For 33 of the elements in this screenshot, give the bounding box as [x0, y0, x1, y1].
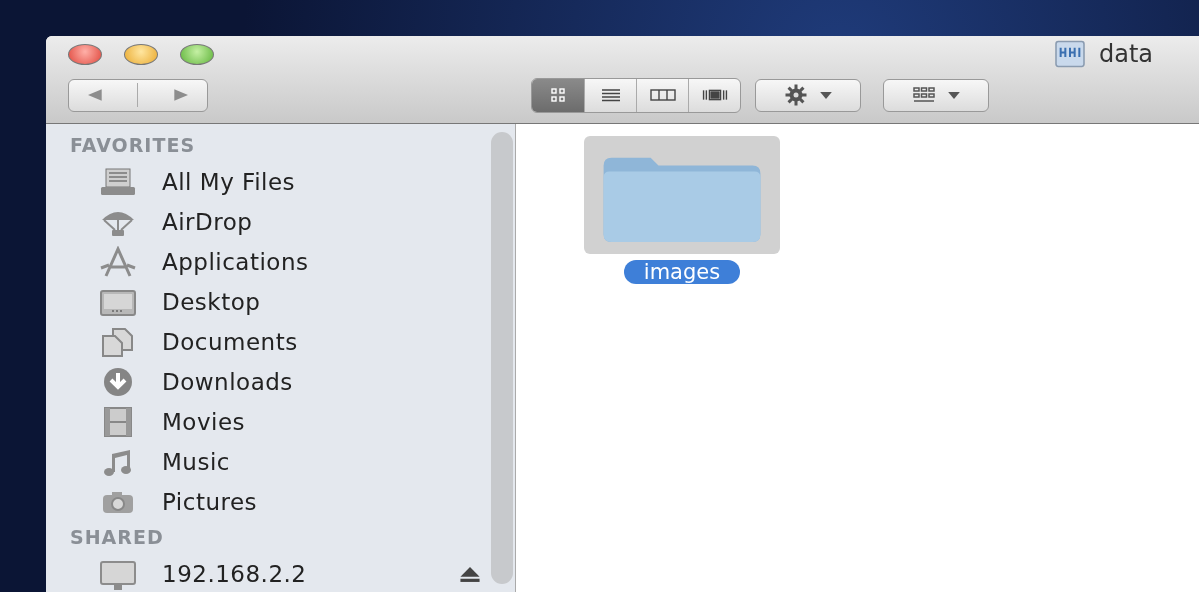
scrollbar-thumb[interactable]	[491, 132, 513, 584]
grid-icon	[912, 86, 936, 104]
sidebar-item[interactable]: Desktop	[70, 282, 487, 322]
caret-icon	[820, 91, 832, 99]
section-heading: SHARED	[70, 525, 165, 550]
icon-view-button[interactable]	[532, 78, 584, 112]
monitor-icon	[98, 558, 138, 590]
sidebar-item[interactable]: 192.168.2.2	[70, 554, 487, 592]
view-mode-control[interactable]	[531, 77, 741, 113]
tray-icon	[98, 166, 138, 198]
caret-icon	[948, 91, 960, 99]
sidebar-item[interactable]: Music	[70, 442, 487, 482]
back-forward-control[interactable]	[68, 78, 208, 112]
zoom-button[interactable]	[180, 43, 214, 65]
sidebar-item[interactable]: Movies	[70, 402, 487, 442]
window-title: data	[1098, 40, 1153, 68]
sidebar-item[interactable]: Pictures	[70, 482, 487, 522]
gear-icon	[784, 83, 808, 107]
sidebar-item[interactable]: Downloads	[70, 362, 487, 402]
sidebar-item[interactable]: All My Files	[70, 162, 487, 202]
action-menu-button[interactable]	[755, 78, 861, 112]
sidebar-item[interactable]: Applications	[70, 242, 487, 282]
cover-flow-icon	[700, 87, 729, 103]
close-button[interactable]	[68, 43, 102, 65]
eject-icon[interactable]	[459, 565, 481, 583]
sidebar-item[interactable]: AirDrop	[70, 202, 487, 242]
file-name[interactable]: images	[623, 260, 741, 284]
compass-icon	[98, 246, 138, 278]
arrange-menu-button[interactable]	[883, 78, 989, 112]
section-heading: FAVORITES	[70, 133, 197, 158]
sidebar-item[interactable]: Documents	[70, 322, 487, 362]
minimize-button[interactable]	[124, 43, 158, 65]
columns-icon	[648, 87, 677, 103]
